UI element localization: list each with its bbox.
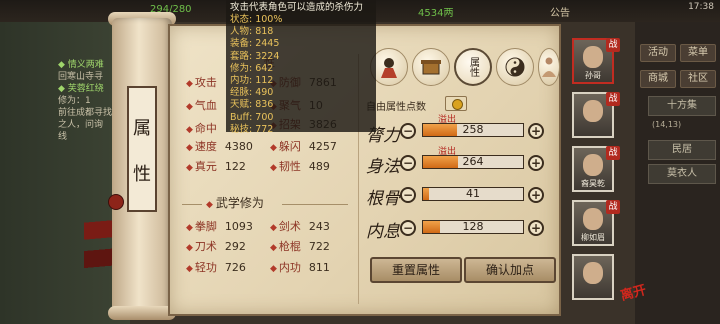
menu-button[interactable]: 菜单: [680, 44, 716, 62]
attribute-tab-icon: 属性: [467, 57, 479, 77]
character-face-icon: [583, 100, 603, 122]
decrease-button[interactable]: −: [400, 187, 416, 203]
stat-true-energy[interactable]: ◆ 真元 122: [186, 158, 246, 174]
warrior-icon: [381, 58, 397, 78]
clock: 17:38: [688, 2, 714, 12]
bullet-icon: ◆: [186, 163, 193, 173]
attr-bar: 258: [422, 123, 524, 137]
attr-bar: 128: [422, 220, 524, 234]
decrease-button[interactable]: −: [400, 123, 416, 139]
scroll-chest-icon: [421, 60, 441, 75]
bullet-icon: ◆: [270, 243, 277, 253]
section-rule: [282, 204, 348, 205]
battle-badge: 战: [606, 92, 620, 106]
decrease-button[interactable]: −: [400, 220, 416, 236]
stat-speed[interactable]: ◆ 速度 4380: [186, 138, 253, 154]
notice-button[interactable]: 公告: [550, 4, 570, 19]
plaque-char: 属: [133, 118, 151, 139]
bullet-icon: ◆: [186, 102, 193, 112]
martial-spear[interactable]: ◆ 枪棍 722: [270, 238, 330, 254]
stat-hp[interactable]: ◆ 气血: [186, 97, 225, 113]
attr-bar: 264: [422, 155, 524, 169]
reset-attributes-button[interactable]: 重置属性: [370, 257, 462, 283]
meditate-icon: [542, 57, 556, 77]
bullet-icon: ◆: [270, 223, 277, 233]
taiji-icon: [505, 57, 525, 77]
increase-button[interactable]: +: [528, 220, 544, 236]
tooltip-row: 人物: 818: [230, 26, 274, 38]
tooltip-row: 天赋: 836: [230, 99, 274, 111]
tooltip-row: 状态: 100%: [230, 14, 283, 25]
attr-value: 41: [466, 187, 480, 200]
location-label: 十方集: [648, 96, 716, 116]
tab-inventory[interactable]: [412, 48, 450, 86]
martial-section-title: ◆ 武学修为: [206, 196, 264, 210]
bullet-icon: ◆: [186, 125, 193, 135]
tab-meditate[interactable]: [538, 48, 560, 86]
section-rule: [182, 204, 202, 205]
character-face-icon: [583, 46, 603, 68]
decrease-button[interactable]: −: [400, 155, 416, 171]
attr-value: 264: [462, 155, 484, 168]
attr-name: 身法: [366, 157, 400, 177]
plaque-char: 性: [133, 164, 151, 185]
npc-entry-residence[interactable]: 民居: [648, 140, 716, 160]
attr-value: 128: [462, 220, 484, 233]
tooltip-title: 攻击代表角色可以造成的杀伤力: [230, 2, 364, 13]
bullet-icon: ◆: [270, 264, 277, 274]
scroll-bottom-cap: [108, 306, 176, 320]
battle-badge: 战: [606, 200, 620, 214]
attr-value: 258: [462, 123, 484, 136]
tooltip-row: 内功: 112: [230, 75, 274, 87]
stat-toughness[interactable]: ◆ 韧性 489: [270, 158, 330, 174]
martial-qinggong[interactable]: ◆ 轻功 726: [186, 259, 246, 275]
bullet-icon: ◆: [186, 79, 193, 89]
attribute-title-plaque: 属 性: [127, 86, 157, 212]
money-counter: 4534两: [418, 8, 454, 19]
battle-badge: 战: [606, 38, 620, 52]
tooltip-row: 套路: 3224: [230, 50, 280, 62]
martial-inner[interactable]: ◆ 内功 811: [270, 259, 330, 275]
stat-accuracy[interactable]: ◆ 命中: [186, 120, 225, 136]
battle-badge: 战: [606, 146, 620, 160]
attr-name: 内息: [366, 222, 400, 242]
martial-sword[interactable]: ◆ 剑术 243: [270, 218, 330, 234]
activity-button[interactable]: 活动: [640, 44, 676, 62]
tooltip-row: 修为: 642: [230, 62, 274, 74]
shop-button[interactable]: 商城: [640, 70, 676, 88]
martial-fist[interactable]: ◆ 拳脚 1093: [186, 218, 253, 234]
stat-dodge[interactable]: ◆ 躲闪 4257: [270, 138, 337, 154]
increase-button[interactable]: +: [528, 123, 544, 139]
tooltip-row: 装备: 2445: [230, 38, 280, 50]
bullet-icon: ◆: [186, 264, 193, 274]
free-points-token-icon: [445, 96, 467, 111]
bullet-icon: ◆: [206, 200, 213, 210]
character-face-icon: [583, 262, 603, 284]
tooltip-row: Buff: 700: [230, 111, 274, 123]
map-coordinates: (14,13): [652, 120, 682, 129]
increase-button[interactable]: +: [528, 187, 544, 203]
party-member-portrait[interactable]: [572, 254, 614, 300]
character-face-icon: [583, 154, 603, 176]
attr-bar: 41: [422, 187, 524, 201]
martial-blade[interactable]: ◆ 刀术 292: [186, 238, 246, 254]
bullet-icon: ◆: [186, 223, 193, 233]
tab-attributes[interactable]: 属性: [454, 48, 492, 86]
tassel-knot: [108, 194, 124, 210]
tooltip-row: 秘技: 772: [230, 123, 274, 135]
stat-attack[interactable]: ◆ 攻击: [186, 74, 225, 90]
attack-tooltip: 攻击代表角色可以造成的杀伤力 状态: 100% 人物: 818 装备: 2445…: [226, 0, 376, 135]
bullet-icon: ◆: [186, 243, 193, 253]
increase-button[interactable]: +: [528, 155, 544, 171]
npc-entry-stranger[interactable]: 莫衣人: [648, 164, 716, 184]
bullet-icon: ◆: [270, 143, 277, 153]
bullet-icon: ◆: [186, 143, 193, 153]
bullet-icon: ◆: [270, 163, 277, 173]
community-button[interactable]: 社区: [680, 70, 716, 88]
character-face-icon: [583, 208, 603, 230]
tab-taiji[interactable]: [496, 48, 534, 86]
confirm-points-button[interactable]: 确认加点: [464, 257, 556, 283]
attr-name: 根骨: [366, 189, 400, 209]
tooltip-row: 经脉: 490: [230, 87, 274, 99]
